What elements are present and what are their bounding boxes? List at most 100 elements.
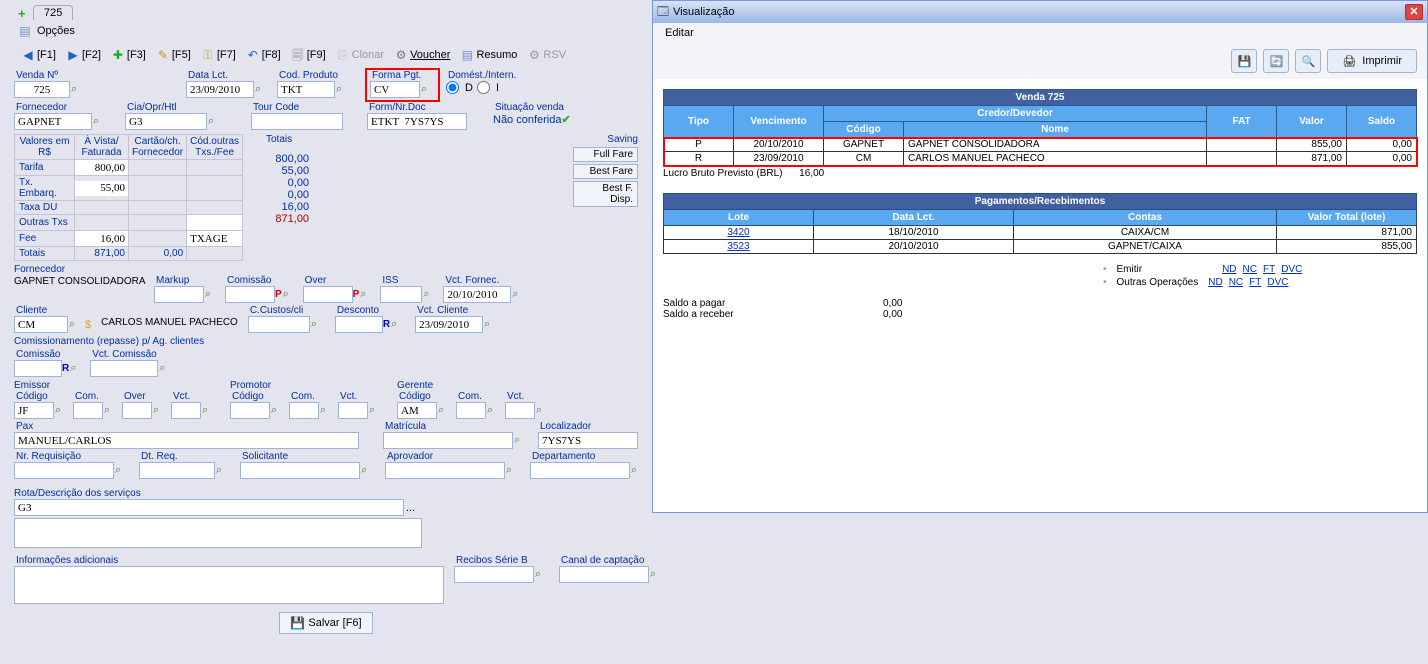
forma-pgt-label: Forma Pgt. (372, 70, 435, 81)
rota-textarea[interactable] (14, 518, 422, 548)
fornecedor-input[interactable] (14, 113, 92, 130)
saldo-receber-value: 0,00 (883, 309, 902, 320)
nav-prev-button[interactable]: ◀[F1] (18, 47, 59, 63)
viz-toolbar: 💾 🔄 🔍 🖨Imprimir (653, 43, 1427, 79)
ops-links: •EmitirNDNCFTDVC •Outras OperaçõesNDNCFT… (1103, 264, 1417, 288)
window-title: Visualização (673, 6, 735, 18)
cia-label: Cia/Opr/Htl (127, 102, 245, 113)
rsv-button: ⚙RSV (524, 47, 569, 63)
salvar-button[interactable]: 💾Salvar [F6] (279, 612, 372, 634)
editar-menu[interactable]: Editar (659, 25, 700, 41)
menubar: Editar (653, 23, 1427, 43)
dom-int-label: Domést./Intern. (448, 70, 556, 81)
nav-next-button[interactable]: ▶[F2] (63, 47, 104, 63)
rota-input[interactable] (14, 499, 404, 516)
cod-produto-input[interactable] (277, 81, 335, 98)
cod-produto-label: Cod. Produto (279, 70, 359, 81)
imprimir-button[interactable]: 🖨Imprimir (1327, 49, 1417, 73)
int-radio[interactable] (477, 81, 490, 94)
save-icon-button[interactable]: 💾 (1231, 49, 1257, 73)
forma-pgt-input[interactable] (370, 81, 420, 98)
venda-table: Venda 725 Tipo Vencimento Credor/Devedor… (663, 89, 1417, 166)
search-icon[interactable]: ⌕ (336, 83, 350, 97)
check-icon: ✔ (562, 114, 571, 126)
saldo-receber-label: Saldo a receber (663, 309, 883, 320)
bullet-icon: • (1103, 277, 1107, 288)
undo-button[interactable]: ↶[F8] (243, 47, 284, 63)
emissor-codigo-input[interactable] (14, 402, 54, 419)
resumo-button[interactable]: ▤Resumo (457, 47, 520, 63)
pax-input[interactable] (14, 432, 359, 449)
fornecedor-nome: GAPNET CONSOLIDADORA (14, 276, 146, 287)
saldo-pagar-value: 0,00 (883, 298, 902, 309)
fee-input[interactable] (75, 231, 128, 246)
best-f-disp-button[interactable]: Best F. Disp. (573, 181, 638, 207)
fornecedor-label: Fornecedor (16, 102, 119, 113)
data-lct-label: Data Lct. (188, 70, 271, 81)
close-button[interactable]: ✕ (1405, 4, 1423, 20)
cliente-input[interactable] (14, 316, 68, 333)
new-button[interactable]: ✚[F3] (108, 47, 149, 63)
doc-icon: ▤ (18, 24, 32, 38)
table-row: R23/09/2010CMCARLOS MANUEL PACHECO871,00… (664, 152, 1417, 166)
lucro-value: 16,00 (799, 168, 824, 179)
best-fare-button[interactable]: Best Fare (573, 164, 638, 179)
zoom-icon: 🔍 (1301, 55, 1315, 68)
tour-code-label: Tour Code (253, 102, 361, 113)
vct-fornec-input[interactable] (443, 286, 511, 303)
situacao-value: Não conferida (493, 114, 562, 126)
refresh-icon-button[interactable]: 🔄 (1263, 49, 1289, 73)
table-row: P20/10/2010GAPNETGAPNET CONSOLIDADORA855… (664, 138, 1417, 152)
situacao-label: Situação venda (495, 102, 603, 113)
disk-icon: 💾 (1237, 55, 1251, 68)
plus-icon[interactable]: + (18, 8, 30, 20)
search-icon[interactable]: ⌕ (208, 115, 222, 129)
refresh-icon: 🔄 (1269, 55, 1283, 68)
expand-button[interactable]: ... (406, 502, 415, 514)
tour-code-input[interactable] (251, 113, 343, 130)
valores-table: Valores em R$ À Vista/ Faturada Cartão/c… (14, 134, 243, 261)
sales-form-panel: + 725 ▤ Opções ◀[F1] ▶[F2] ✚[F3] ✎[F5] ⚿… (0, 0, 652, 664)
localizador-input[interactable] (538, 432, 638, 449)
venda-n-input[interactable] (14, 81, 70, 98)
gerente-codigo-input[interactable] (397, 402, 437, 419)
info-textarea[interactable] (14, 566, 444, 604)
search-icon[interactable]: ⌕ (71, 83, 84, 97)
bullet-icon: • (1103, 264, 1107, 275)
f9-button[interactable]: 🗐[F9] (288, 47, 329, 63)
vct-cliente-input[interactable] (415, 316, 483, 333)
lote-link[interactable]: 3523 (727, 241, 749, 252)
search-icon[interactable]: ⌕ (93, 115, 107, 129)
saldo-pagar-label: Saldo a pagar (663, 298, 883, 309)
table-row: 352320/10/2010GAPNET/CAIXA855,00 (664, 240, 1417, 254)
clonar-button: ⎘Clonar (333, 47, 387, 63)
form-nr-doc-input[interactable] (367, 113, 467, 130)
titlebar: 🗔 Visualização ✕ (653, 1, 1427, 23)
tarifa-input[interactable] (75, 160, 128, 175)
edit-button[interactable]: ✎[F5] (153, 47, 194, 63)
full-fare-button[interactable]: Full Fare (573, 147, 638, 162)
search-icon[interactable]: ⌕ (255, 83, 269, 97)
disk-icon: 💾 (290, 616, 304, 630)
app-icon: 🗔 (657, 3, 669, 22)
voucher-button[interactable]: ⚙Voucher (391, 47, 453, 63)
pagamentos-table: Pagamentos/Recebimentos LoteData Lct.Con… (663, 193, 1417, 254)
data-lct-input[interactable] (186, 81, 254, 98)
cliente-nome: CARLOS MANUEL PACHECO (101, 305, 238, 333)
key-button[interactable]: ⚿[F7] (198, 47, 239, 63)
zoom-icon-button[interactable]: 🔍 (1295, 49, 1321, 73)
printer-icon: 🖨 (1342, 55, 1356, 68)
dom-radio[interactable] (446, 81, 459, 94)
lote-link[interactable]: 3420 (727, 227, 749, 238)
table-row: 342018/10/2010CAIXA/CM871,00 (664, 226, 1417, 240)
tab-venda[interactable]: 725 (33, 5, 73, 20)
form-nr-doc-label: Form/Nr.Doc (369, 102, 487, 113)
lucro-label: Lucro Bruto Previsto (BRL) (663, 168, 783, 179)
venda-n-label: Venda Nº (16, 70, 84, 81)
tx-embarq-input[interactable] (75, 181, 128, 196)
visualizacao-window: 🗔 Visualização ✕ Editar 💾 🔄 🔍 🖨Imprimir … (652, 0, 1428, 513)
search-icon[interactable]: ⌕ (421, 83, 435, 97)
toolbar: ◀[F1] ▶[F2] ✚[F3] ✎[F5] ⚿[F7] ↶[F8] 🗐[F9… (0, 42, 652, 68)
cia-input[interactable] (125, 113, 207, 130)
opcoes-menu[interactable]: Opções (37, 25, 75, 37)
